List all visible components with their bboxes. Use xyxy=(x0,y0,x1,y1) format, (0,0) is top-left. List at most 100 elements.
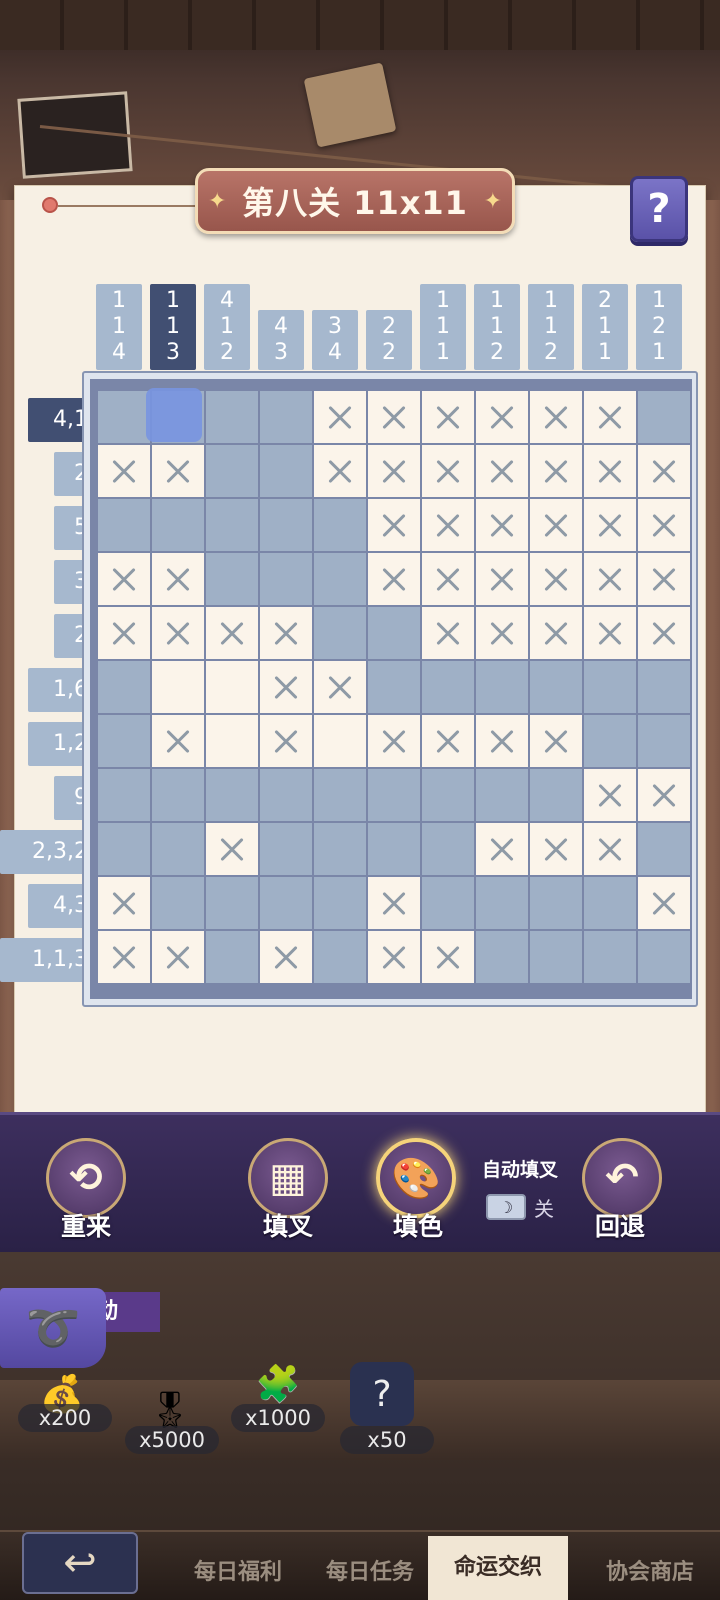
crossed-cell[interactable] xyxy=(476,499,528,551)
empty-cell[interactable] xyxy=(206,661,258,713)
filled-cell[interactable] xyxy=(422,769,474,821)
crossed-cell[interactable] xyxy=(368,553,420,605)
crossed-cell[interactable] xyxy=(422,445,474,497)
filled-cell[interactable] xyxy=(98,661,150,713)
tab-guild-shop[interactable]: 协会商店 xyxy=(580,1554,720,1586)
filled-cell[interactable] xyxy=(584,931,636,983)
empty-cell[interactable] xyxy=(152,661,204,713)
crossed-cell[interactable] xyxy=(584,499,636,551)
crossed-cell[interactable] xyxy=(530,391,582,443)
crossed-cell[interactable] xyxy=(476,553,528,605)
filled-cell[interactable] xyxy=(98,391,150,443)
crossed-cell[interactable] xyxy=(260,661,312,713)
crossed-cell[interactable] xyxy=(638,499,690,551)
fill-mode-button[interactable]: 🎨 xyxy=(376,1138,456,1218)
filled-cell[interactable] xyxy=(314,499,366,551)
crossed-cell[interactable] xyxy=(422,553,474,605)
crossed-cell[interactable] xyxy=(638,877,690,929)
crossed-cell[interactable] xyxy=(530,607,582,659)
filled-cell[interactable] xyxy=(206,391,258,443)
crossed-cell[interactable] xyxy=(584,445,636,497)
tab-fate-interweave[interactable]: 命运交织 xyxy=(428,1536,568,1600)
crossed-cell[interactable] xyxy=(476,715,528,767)
crossed-cell[interactable] xyxy=(530,553,582,605)
filled-cell[interactable] xyxy=(98,769,150,821)
crossed-cell[interactable] xyxy=(584,769,636,821)
crossed-cell[interactable] xyxy=(584,391,636,443)
cross-mode-button[interactable]: ▦ xyxy=(248,1138,328,1218)
filled-cell[interactable] xyxy=(530,769,582,821)
crossed-cell[interactable] xyxy=(584,823,636,875)
crossed-cell[interactable] xyxy=(476,391,528,443)
filled-cell[interactable] xyxy=(476,661,528,713)
crossed-cell[interactable] xyxy=(422,607,474,659)
crossed-cell[interactable] xyxy=(638,607,690,659)
crossed-cell[interactable] xyxy=(260,931,312,983)
crossed-cell[interactable] xyxy=(368,931,420,983)
crossed-cell[interactable] xyxy=(98,607,150,659)
filled-cell[interactable] xyxy=(314,553,366,605)
filled-cell[interactable] xyxy=(314,877,366,929)
crossed-cell[interactable] xyxy=(422,715,474,767)
crossed-cell[interactable] xyxy=(476,445,528,497)
filled-cell[interactable] xyxy=(422,661,474,713)
crossed-cell[interactable] xyxy=(152,931,204,983)
event-flag[interactable]: ➰ xyxy=(0,1288,106,1368)
filled-cell[interactable] xyxy=(476,769,528,821)
crossed-cell[interactable] xyxy=(260,715,312,767)
filled-cell[interactable] xyxy=(152,499,204,551)
filled-cell[interactable] xyxy=(206,553,258,605)
filled-cell[interactable] xyxy=(314,823,366,875)
filled-cell[interactable] xyxy=(530,661,582,713)
filled-cell[interactable] xyxy=(206,445,258,497)
filled-cell[interactable] xyxy=(98,499,150,551)
crossed-cell[interactable] xyxy=(152,607,204,659)
back-button[interactable]: ↩ xyxy=(22,1532,138,1594)
crossed-cell[interactable] xyxy=(638,445,690,497)
filled-cell[interactable] xyxy=(368,769,420,821)
filled-cell[interactable] xyxy=(260,553,312,605)
tab-daily-tasks[interactable]: 每日任务 xyxy=(300,1554,440,1586)
filled-cell[interactable] xyxy=(152,877,204,929)
filled-cell[interactable] xyxy=(368,661,420,713)
crossed-cell[interactable] xyxy=(98,445,150,497)
filled-cell[interactable] xyxy=(260,391,312,443)
crossed-cell[interactable] xyxy=(368,499,420,551)
filled-cell[interactable] xyxy=(476,877,528,929)
crossed-cell[interactable] xyxy=(422,391,474,443)
auto-cross-toggle[interactable]: ☽ xyxy=(486,1194,526,1220)
crossed-cell[interactable] xyxy=(476,823,528,875)
filled-cell[interactable] xyxy=(638,931,690,983)
filled-cell[interactable] xyxy=(206,931,258,983)
crossed-cell[interactable] xyxy=(260,607,312,659)
help-button[interactable]: ? xyxy=(630,176,688,242)
filled-cell[interactable] xyxy=(260,877,312,929)
crossed-cell[interactable] xyxy=(422,499,474,551)
crossed-cell[interactable] xyxy=(422,931,474,983)
crossed-cell[interactable] xyxy=(314,661,366,713)
filled-cell[interactable] xyxy=(260,823,312,875)
crossed-cell[interactable] xyxy=(530,823,582,875)
filled-cell[interactable] xyxy=(638,661,690,713)
filled-cell[interactable] xyxy=(206,877,258,929)
filled-cell[interactable] xyxy=(422,877,474,929)
crossed-cell[interactable] xyxy=(98,931,150,983)
filled-cell[interactable] xyxy=(314,769,366,821)
filled-cell[interactable] xyxy=(368,823,420,875)
crossed-cell[interactable] xyxy=(584,607,636,659)
filled-cell[interactable] xyxy=(476,931,528,983)
filled-cell[interactable] xyxy=(260,499,312,551)
crossed-cell[interactable] xyxy=(476,607,528,659)
crossed-cell[interactable] xyxy=(152,715,204,767)
filled-cell[interactable] xyxy=(152,769,204,821)
crossed-cell[interactable] xyxy=(98,553,150,605)
filled-cell[interactable] xyxy=(638,823,690,875)
filled-cell[interactable] xyxy=(368,607,420,659)
filled-cell[interactable] xyxy=(98,823,150,875)
filled-cell[interactable] xyxy=(584,661,636,713)
crossed-cell[interactable] xyxy=(206,607,258,659)
filled-cell[interactable] xyxy=(584,715,636,767)
filled-cell[interactable] xyxy=(584,877,636,929)
filled-cell[interactable] xyxy=(260,769,312,821)
filled-cell[interactable] xyxy=(314,931,366,983)
